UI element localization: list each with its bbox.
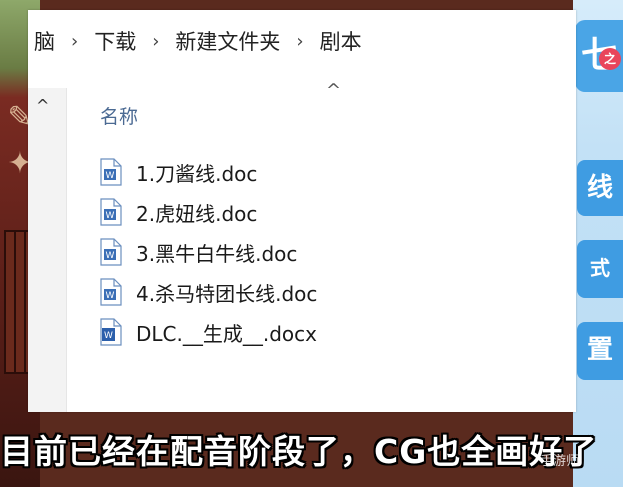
logo-dot-icon: 之: [599, 48, 621, 70]
word-document-icon: W: [100, 238, 122, 266]
scroll-up-icon[interactable]: ^: [36, 96, 49, 115]
file-name: 1.刀酱线.doc: [136, 161, 258, 186]
sort-ascending-icon[interactable]: ^: [326, 80, 341, 101]
watermark: 手游师: [540, 454, 580, 469]
background-tab: 式: [577, 240, 623, 298]
name-column-header[interactable]: 名称: [100, 102, 138, 129]
word-docx-icon: W: [100, 318, 122, 346]
list-item[interactable]: W 4.杀马特团长线.doc: [100, 272, 317, 312]
breadcrumb: 脑 › 下载 › 新建文件夹 › 剧本: [28, 10, 576, 72]
list-item[interactable]: W 1.刀酱线.doc: [100, 152, 317, 192]
list-item[interactable]: W 2.虎妞线.doc: [100, 192, 317, 232]
svg-text:W: W: [104, 331, 113, 341]
file-name: 4.杀马特团长线.doc: [136, 281, 318, 306]
navigation-pane[interactable]: ^: [28, 88, 67, 412]
svg-text:W: W: [106, 291, 115, 301]
word-document-icon: W: [100, 278, 122, 306]
file-name: 3.黑牛白牛线.doc: [136, 241, 298, 266]
file-list: W 1.刀酱线.doc W 2.虎妞线.doc W 3.黑牛白牛线.doc W …: [100, 152, 317, 352]
word-document-icon: W: [100, 198, 122, 226]
background-tab: 线: [577, 160, 623, 216]
word-document-icon: W: [100, 158, 122, 186]
file-explorer-window: 脑 › 下载 › 新建文件夹 › 剧本 ^ ^ 名称 W 1.刀酱线.doc W…: [28, 10, 576, 412]
chevron-right-icon[interactable]: ›: [142, 31, 169, 52]
chevron-right-icon[interactable]: ›: [286, 31, 313, 52]
breadcrumb-item-scripts[interactable]: 剧本: [314, 26, 368, 56]
background-tab: 置: [577, 322, 623, 380]
svg-text:W: W: [106, 171, 115, 181]
list-item[interactable]: W DLC.__生成__.docx: [100, 312, 317, 352]
breadcrumb-item-pc[interactable]: 脑: [28, 26, 61, 56]
list-item[interactable]: W 3.黑牛白牛线.doc: [100, 232, 317, 272]
chevron-right-icon[interactable]: ›: [61, 31, 88, 52]
file-name: 2.虎妞线.doc: [136, 201, 258, 226]
file-name: DLC.__生成__.docx: [136, 321, 317, 346]
background-logo-icon: 七之: [575, 20, 623, 92]
svg-text:W: W: [106, 211, 115, 221]
breadcrumb-item-downloads[interactable]: 下载: [88, 26, 142, 56]
svg-text:W: W: [106, 251, 115, 261]
background-right-panel: 七之 线 式 置: [573, 0, 623, 487]
breadcrumb-item-new-folder[interactable]: 新建文件夹: [169, 26, 286, 56]
video-subtitle: 目前已经在配音阶段了，CG也全画好了: [0, 432, 598, 471]
